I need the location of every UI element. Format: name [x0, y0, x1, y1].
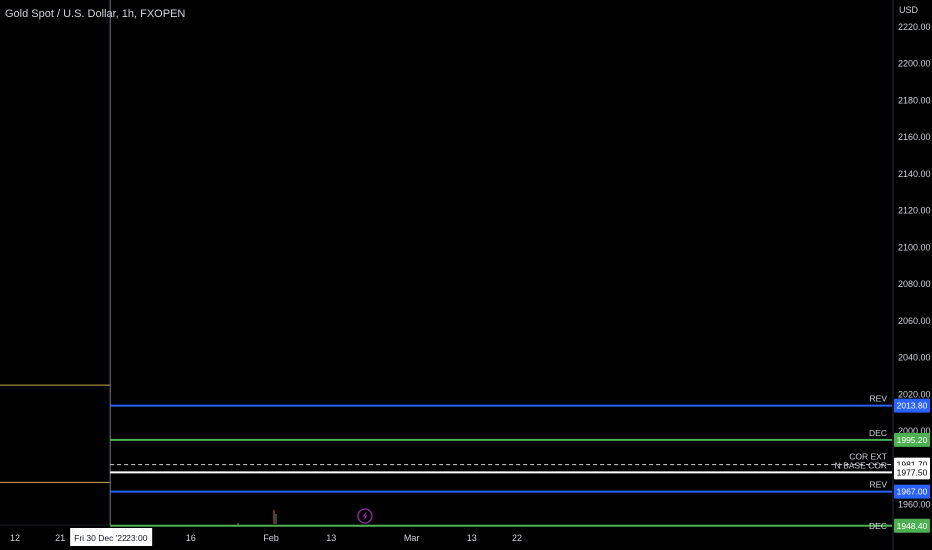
price-tick-label: 2080.00	[898, 279, 931, 289]
price-tick-label: 2140.00	[898, 169, 931, 179]
time-tick-label: 21	[55, 533, 65, 543]
level-value-tag-label: 1948.40	[897, 521, 928, 531]
currency-label: USD	[899, 5, 919, 15]
price-tick-label: 2020.00	[898, 389, 931, 399]
chart-stage[interactable]: 2220.00 2200.00 2180.00 2160.00 2140.00 2120.…	[0, 0, 932, 550]
level-value-tag-label: 1995.20	[897, 435, 928, 445]
time-tick-label: 12	[10, 533, 20, 543]
price-tick-label: 1960.00	[898, 499, 931, 509]
crosshair-date-label: Fri 30 Dec '22	[74, 533, 127, 543]
time-tick-label: 16	[186, 533, 196, 543]
level-name-label: DEC	[869, 428, 887, 438]
price-tick-label: 2180.00	[898, 95, 931, 105]
crosshair-time-label: 23:00	[126, 533, 148, 543]
price-tick-label: 2040.00	[898, 353, 931, 363]
symbol-title[interactable]: Gold Spot / U.S. Dollar, 1h, FXOPEN	[5, 8, 185, 20]
price-tick-label: 2100.00	[898, 242, 931, 252]
price-tick-label: 2160.00	[898, 132, 931, 142]
time-tick-label: Mar	[404, 533, 420, 543]
level-name-label: N BASE COR	[835, 461, 887, 471]
level-name-label: REV	[870, 394, 888, 404]
time-tick-label: 13	[326, 533, 336, 543]
time-tick-label: 22	[512, 533, 522, 543]
price-tick-label: 2120.00	[898, 206, 931, 216]
level-value-tag-label: 2013.80	[897, 401, 928, 411]
time-tick-label: 13	[467, 533, 477, 543]
level-name-label: DEC	[869, 521, 887, 531]
level-value-tag-label: 1967.00	[897, 487, 928, 497]
lightning-icon	[362, 511, 368, 521]
price-chart[interactable]: 2220.00 2200.00 2180.00 2160.00 2140.00 2120.…	[0, 0, 932, 550]
level-name-label: REV	[870, 480, 888, 490]
time-tick-label: Feb	[263, 533, 279, 543]
price-tick-label: 2200.00	[898, 59, 931, 69]
level-value-tag-label: 1977.50	[897, 467, 928, 477]
price-tick-label: 2220.00	[898, 22, 931, 32]
price-tick-label: 2060.00	[898, 316, 931, 326]
